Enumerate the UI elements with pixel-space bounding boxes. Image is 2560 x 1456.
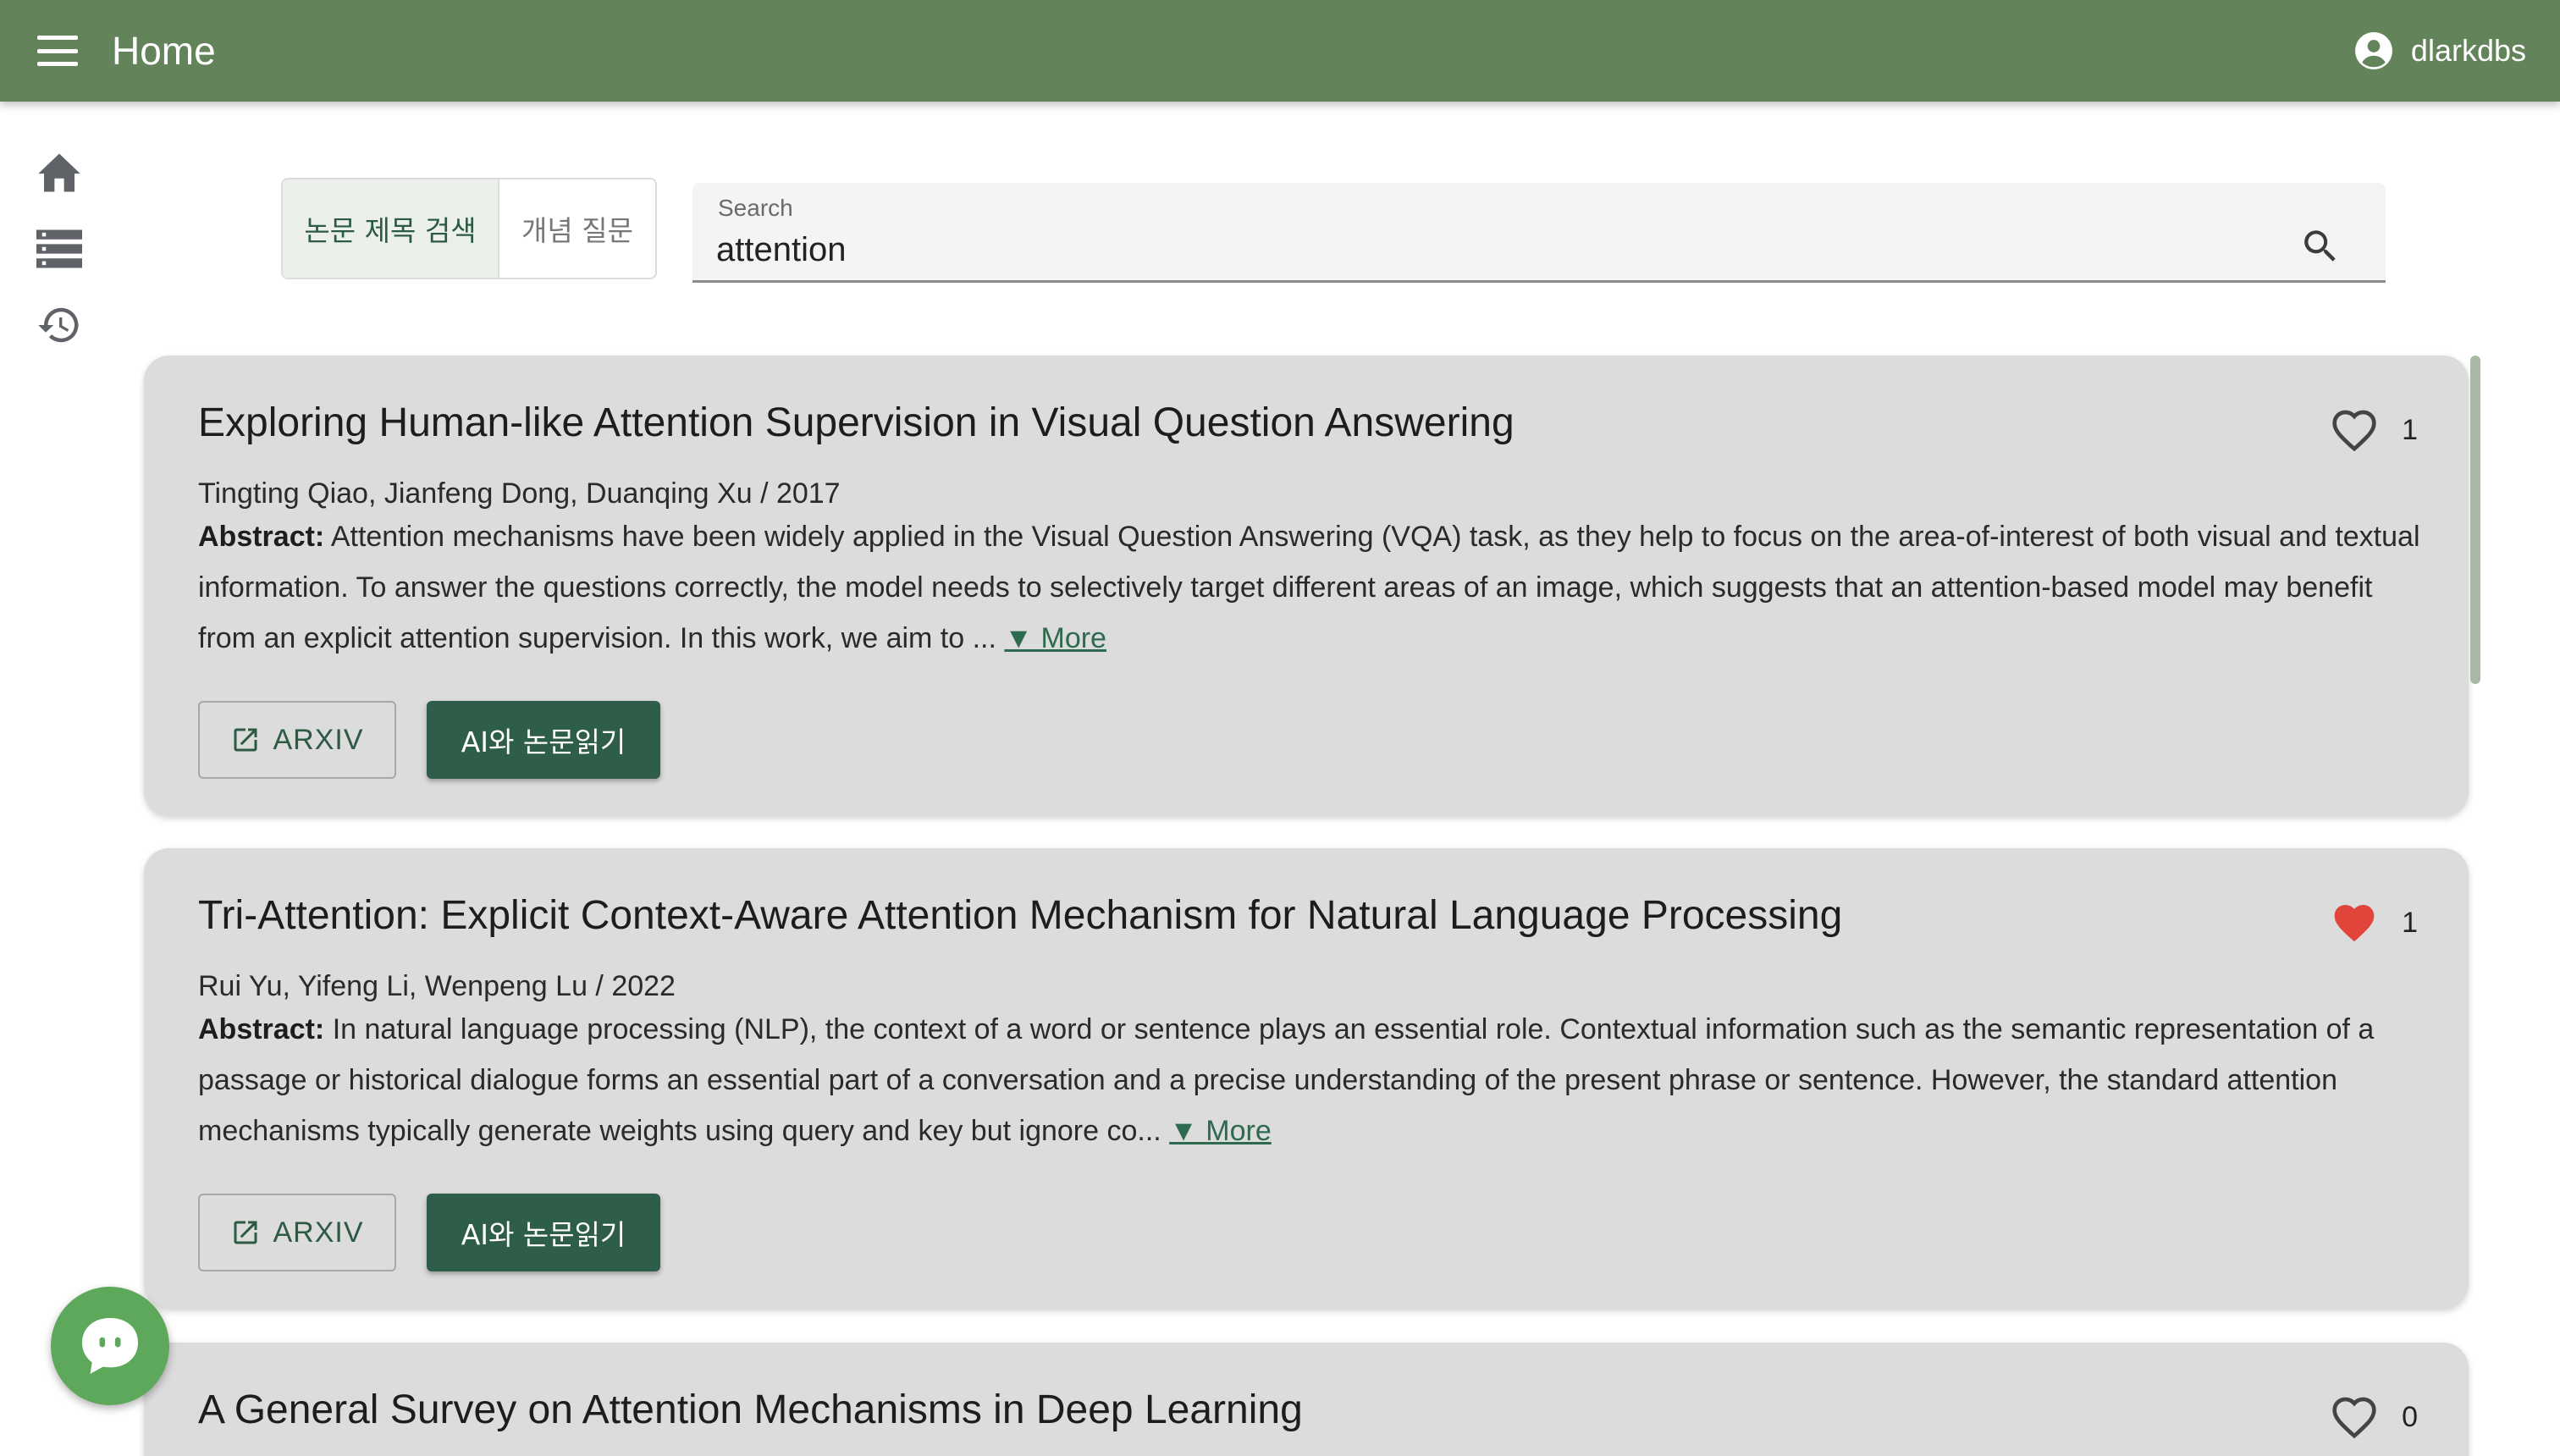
chat-bubble-icon bbox=[82, 1318, 138, 1374]
search-input[interactable] bbox=[716, 227, 2240, 273]
more-link[interactable]: ▼ More bbox=[1004, 622, 1106, 654]
abstract-text: Attention mechanisms have been widely ap… bbox=[198, 521, 2420, 654]
like-count: 1 bbox=[2402, 413, 2418, 446]
search-field: Search bbox=[692, 183, 2386, 283]
result-card: Tri-Attention: Explicit Context-Aware At… bbox=[144, 848, 2469, 1309]
like-button[interactable]: 1 bbox=[2331, 408, 2418, 452]
user-menu[interactable]: dlarkdbs bbox=[2354, 27, 2526, 74]
chat-button[interactable] bbox=[51, 1287, 169, 1405]
menu-icon[interactable] bbox=[37, 34, 78, 68]
like-button[interactable]: 1 bbox=[2331, 901, 2418, 945]
ai-read-button[interactable]: AI와 논문읽기 bbox=[427, 1194, 660, 1271]
heart-filled-icon bbox=[2334, 905, 2375, 942]
arxiv-button[interactable]: ARXIV bbox=[198, 1194, 396, 1271]
paper-title[interactable]: Tri-Attention: Explicit Context-Aware At… bbox=[198, 891, 1842, 941]
arxiv-label: ARXIV bbox=[273, 723, 364, 756]
abstract-text: In natural language processing (NLP), th… bbox=[198, 1013, 2375, 1147]
paper-title[interactable]: A General Survey on Attention Mechanisms… bbox=[198, 1385, 1303, 1436]
more-link[interactable]: ▼ More bbox=[1169, 1115, 1272, 1147]
ai-read-button[interactable]: AI와 논문읽기 bbox=[427, 701, 660, 779]
search-label: Search bbox=[718, 195, 793, 221]
paper-authors-year: Tingting Qiao, Jianfeng Dong, Duanqing X… bbox=[198, 477, 841, 510]
search-mode-toggle: 논문 제목 검색 개념 질문 bbox=[281, 178, 657, 279]
username: dlarkdbs bbox=[2410, 33, 2526, 68]
paper-abstract: Abstract: In natural language processing… bbox=[198, 1004, 2433, 1156]
list-icon[interactable] bbox=[34, 223, 85, 274]
heart-outline-icon bbox=[2332, 410, 2376, 452]
account-circle-icon bbox=[2354, 32, 2392, 69]
title-search-tab[interactable]: 논문 제목 검색 bbox=[283, 179, 499, 278]
history-icon[interactable] bbox=[34, 300, 85, 350]
abstract-label: Abstract: bbox=[198, 1013, 325, 1045]
concept-question-tab[interactable]: 개념 질문 bbox=[499, 179, 655, 278]
heart-outline-icon bbox=[2332, 1397, 2376, 1439]
like-button[interactable]: 0 bbox=[2331, 1395, 2418, 1439]
like-count: 0 bbox=[2402, 1400, 2418, 1433]
like-count: 1 bbox=[2402, 906, 2418, 939]
paper-title[interactable]: Exploring Human-like Attention Supervisi… bbox=[198, 398, 1514, 449]
app-header: Home dlarkdbs bbox=[0, 0, 2560, 102]
abstract-label: Abstract: bbox=[198, 521, 325, 553]
open-in-new-icon bbox=[234, 1221, 257, 1244]
scrollbar-thumb[interactable] bbox=[2470, 356, 2480, 684]
arxiv-label: ARXIV bbox=[273, 1216, 364, 1249]
paper-abstract: Abstract: Attention mechanisms have been… bbox=[198, 511, 2433, 664]
page-title: Home bbox=[112, 29, 216, 73]
arxiv-button[interactable]: ARXIV bbox=[198, 701, 396, 779]
search-icon[interactable] bbox=[2299, 225, 2342, 267]
home-icon[interactable] bbox=[34, 147, 85, 198]
open-in-new-icon bbox=[234, 728, 257, 752]
paper-authors-year: Rui Yu, Yifeng Li, Wenpeng Lu / 2022 bbox=[198, 970, 676, 1002]
result-card: A General Survey on Attention Mechanisms… bbox=[144, 1343, 2469, 1456]
result-card: Exploring Human-like Attention Supervisi… bbox=[144, 356, 2469, 816]
